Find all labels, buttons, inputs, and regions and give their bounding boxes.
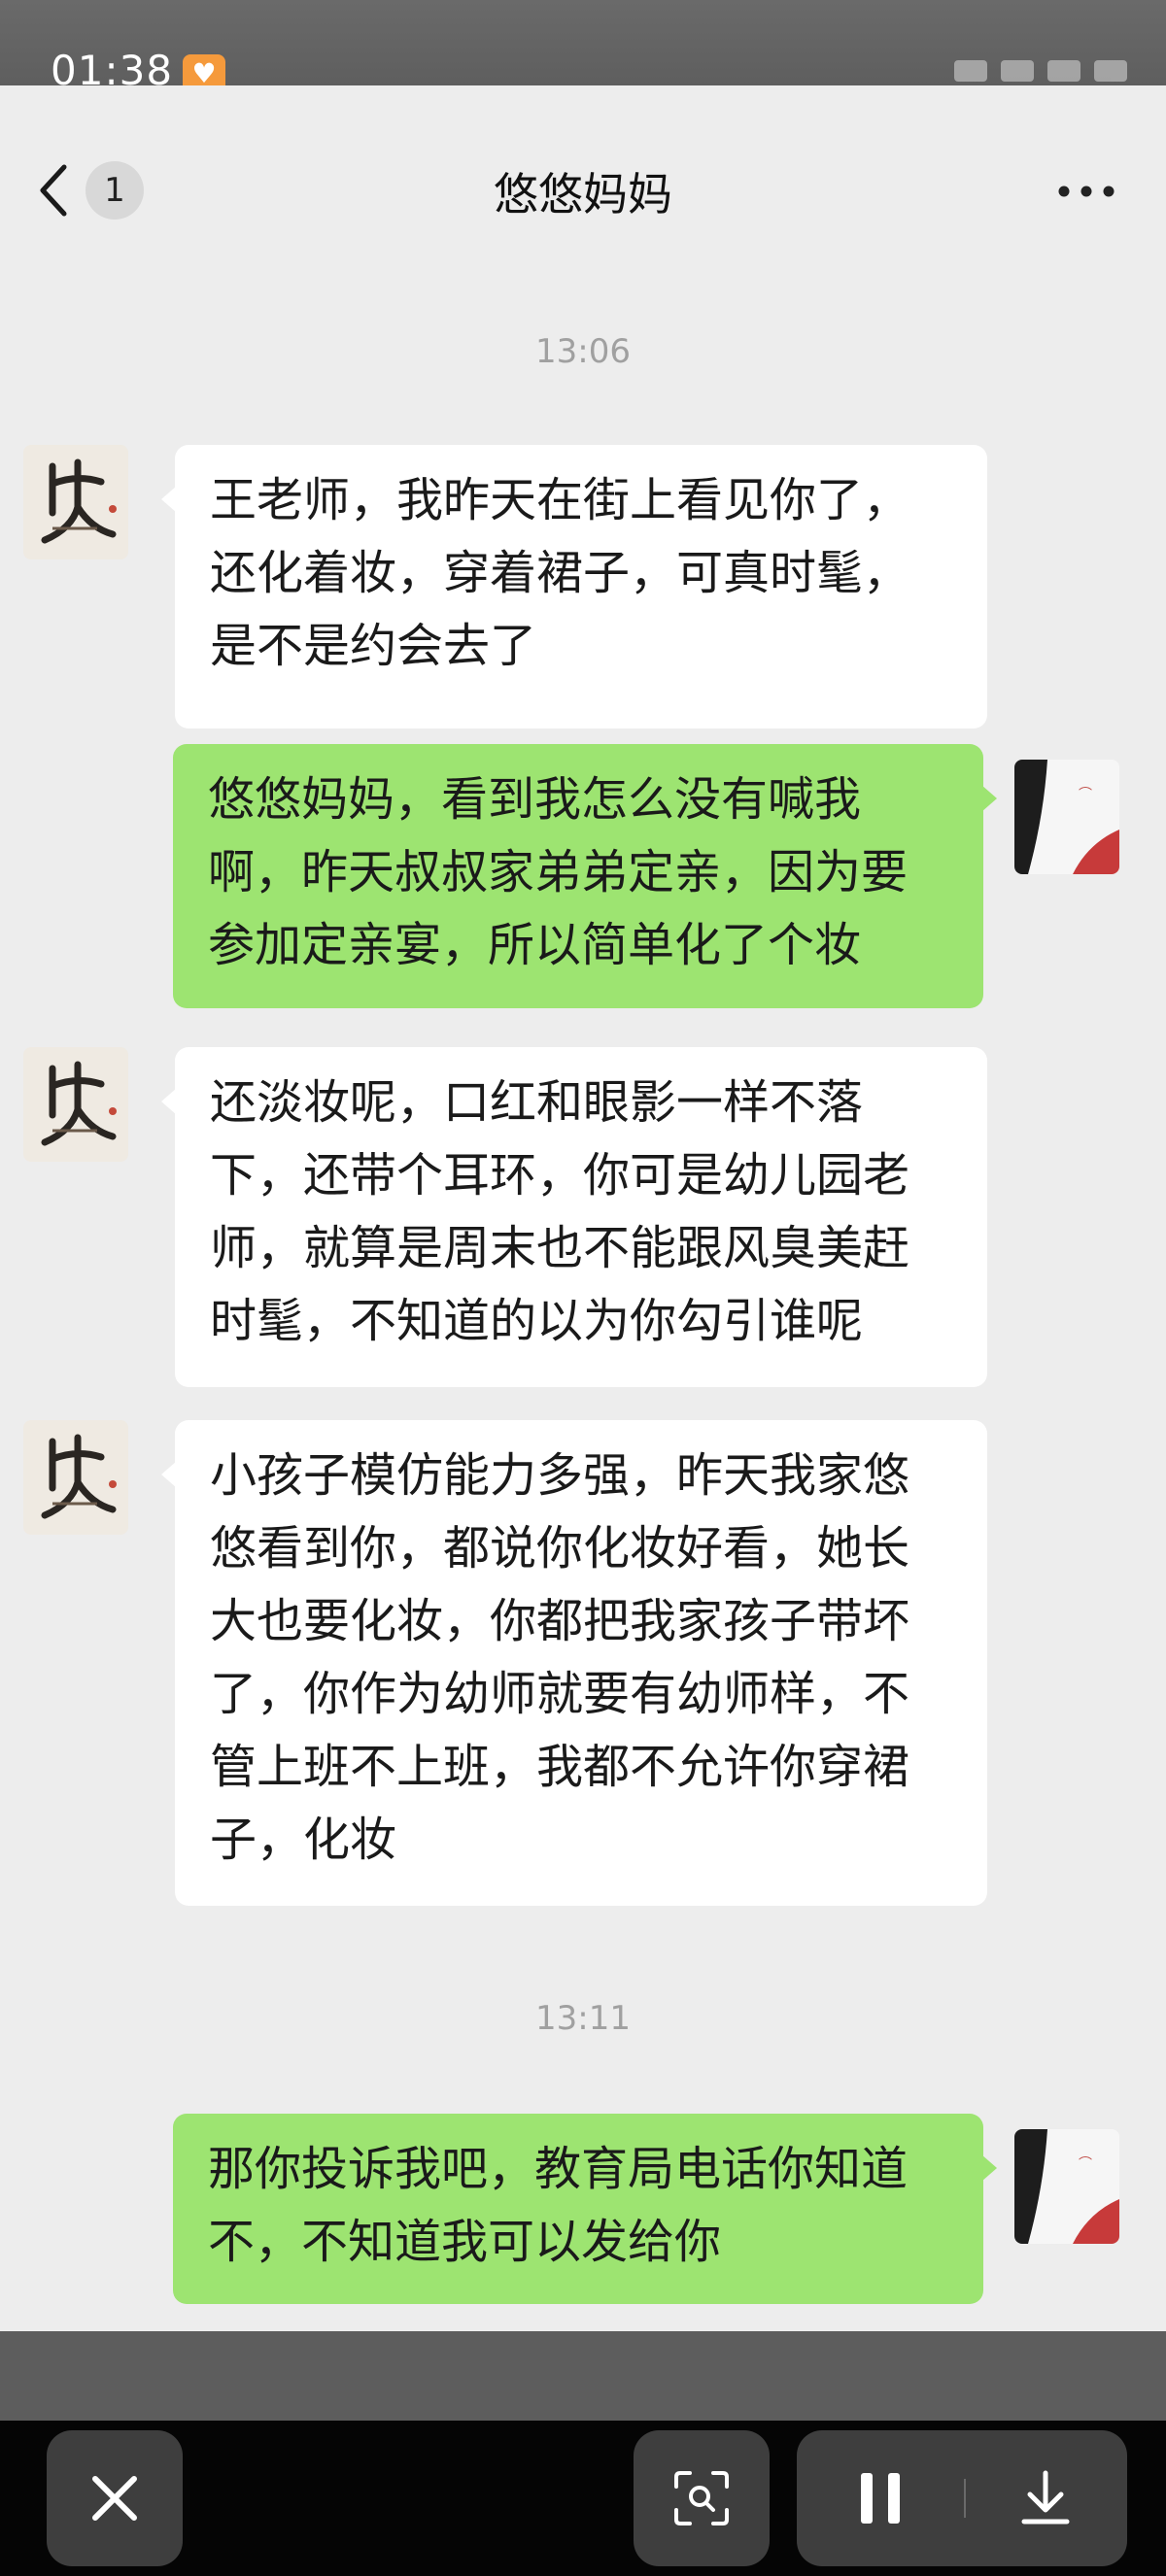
more-dots-icon[interactable] — [1057, 185, 1115, 198]
self-avatar[interactable]: ⌒ — [1014, 760, 1119, 874]
contact-avatar[interactable] — [23, 1420, 128, 1535]
calligraphy-logo-icon — [41, 458, 117, 544]
status-icons — [777, 60, 1127, 87]
message-bubble-incoming[interactable]: 王老师，我昨天在街上看见你了， 还化着妆，穿着裙子，可真时髦， 是不是约会去了 — [161, 445, 987, 729]
message-bubble-outgoing[interactable]: 悠悠妈妈，看到我怎么没有喊我 啊，昨天叔叔家弟弟定亲，因为要 参加定亲宴，所以简… — [173, 744, 997, 1008]
message-bubble-incoming[interactable]: 小孩子模仿能力多强，昨天我家悠 悠看到你，都说你化妆好看，她长 大也要化妆，你都… — [161, 1420, 987, 1906]
calligraphy-logo-icon — [41, 1061, 117, 1146]
chat-window: 1 悠悠妈妈 13:06 王老师，我昨天在街上看见你了， 还化着妆，穿着裙子，可… — [0, 85, 1166, 2331]
status-bar: 01:38 ♥ — [0, 0, 1166, 94]
screenshot-scan-icon — [674, 2471, 729, 2525]
network-icon — [1001, 60, 1034, 82]
message-bubble-incoming[interactable]: 还淡妆呢，口红和眼影一样不落 下，还带个耳环，你可是幼儿园老 师，就算是周末也不… — [161, 1047, 987, 1387]
close-button[interactable] — [47, 2430, 183, 2566]
message-text: 王老师，我昨天在街上看见你了， 还化着妆，穿着裙子，可真时髦， 是不是约会去了 — [210, 473, 910, 673]
pause-icon[interactable] — [851, 2469, 909, 2527]
screenshot-scan-button[interactable] — [634, 2430, 770, 2566]
calligraphy-logo-icon — [41, 1434, 117, 1519]
chat-title: 悠悠妈妈 — [494, 168, 672, 220]
download-icon[interactable] — [1016, 2469, 1075, 2527]
timestamp: 13:06 — [535, 332, 631, 371]
svg-text:⌒: ⌒ — [1079, 2156, 1092, 2172]
signal-icon — [954, 60, 987, 82]
svg-text:⌒: ⌒ — [1079, 787, 1092, 802]
chat-header: 1 悠悠妈妈 — [0, 85, 1166, 280]
close-icon — [92, 2476, 137, 2521]
message-bubble-outgoing[interactable]: 那你投诉我吧，教育局电话你知道 不，不知道我可以发给你 — [173, 2114, 997, 2304]
self-avatar[interactable]: ⌒ — [1014, 2129, 1119, 2244]
message-text: 那你投诉我吧，教育局电话你知道 不，不知道我可以发给你 — [208, 2142, 909, 2269]
message-text: 小孩子模仿能力多强，昨天我家悠 悠看到你，都说你化妆好看，她长 大也要化妆，你都… — [210, 1448, 910, 1867]
contact-avatar[interactable] — [23, 445, 128, 559]
toolbar-strip — [0, 2331, 1166, 2421]
message-text: 还淡妆呢，口红和眼影一样不落 下，还带个耳环，你可是幼儿园老 师，就算是周末也不… — [210, 1075, 910, 1348]
wifi-icon — [1047, 60, 1080, 82]
photo-avatar-icon: ⌒ — [1014, 760, 1119, 874]
divider — [964, 2479, 966, 2518]
playback-controls — [797, 2430, 1127, 2566]
battery-icon — [1094, 60, 1127, 82]
contact-avatar[interactable] — [23, 1047, 128, 1162]
timestamp: 13:11 — [535, 1999, 631, 2038]
photo-avatar-icon: ⌒ — [1014, 2129, 1119, 2244]
message-text: 悠悠妈妈，看到我怎么没有喊我 啊，昨天叔叔家弟弟定亲，因为要 参加定亲宴，所以简… — [208, 772, 909, 972]
